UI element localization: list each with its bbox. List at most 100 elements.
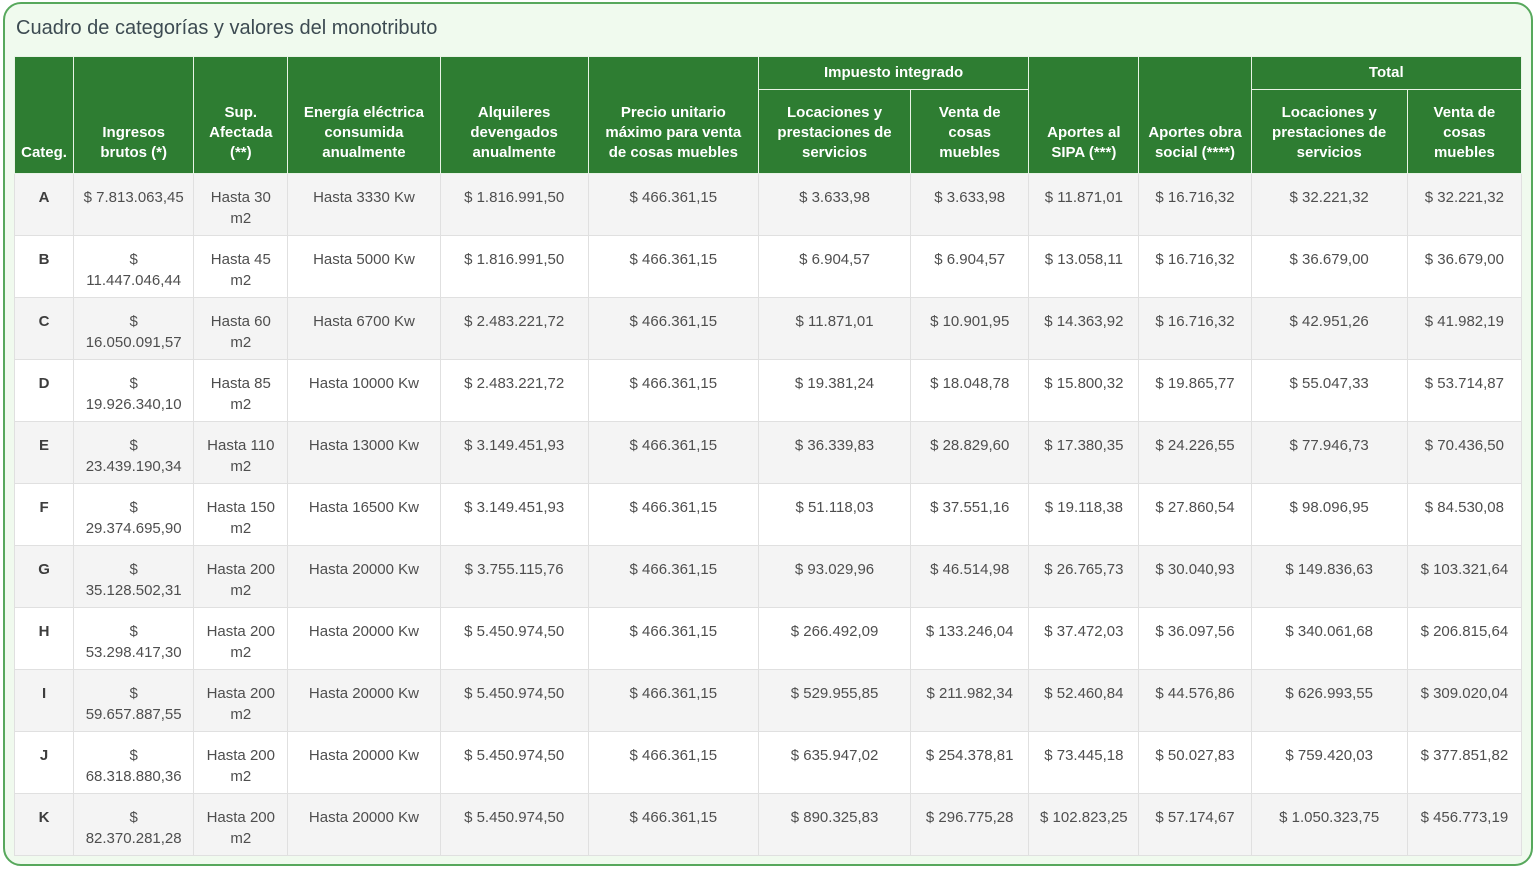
value-cell: $ 13.058,11 [1029,236,1139,298]
value-cell: $ 32.221,32 [1251,174,1407,236]
value-cell: $ 10.901,95 [911,298,1029,360]
value-cell: $ 2.483.221,72 [440,298,588,360]
table-row: K$ 82.370.281,28Hasta 200 m2Hasta 20000 … [15,794,1522,856]
value-cell: $ 466.361,15 [588,422,758,484]
value-cell: $ 3.149.451,93 [440,484,588,546]
value-cell: $ 466.361,15 [588,298,758,360]
value-cell: $ 19.118,38 [1029,484,1139,546]
value-cell: $ 102.823,25 [1029,794,1139,856]
value-cell: $ 84.530,08 [1407,484,1521,546]
value-cell: $ 26.765,73 [1029,546,1139,608]
value-cell: $ 466.361,15 [588,484,758,546]
value-cell: $ 44.576,86 [1139,670,1251,732]
value-cell: Hasta 200 m2 [194,670,288,732]
value-cell: Hasta 20000 Kw [288,794,440,856]
table-row: H$ 53.298.417,30Hasta 200 m2Hasta 20000 … [15,608,1522,670]
value-cell: $ 456.773,19 [1407,794,1521,856]
value-cell: $ 19.865,77 [1139,360,1251,422]
header-sup-afectada: Sup. Afectada (**) [194,57,288,174]
value-cell: $ 266.492,09 [758,608,910,670]
table-body: A$ 7.813.063,45Hasta 30 m2Hasta 3330 Kw$… [15,174,1522,856]
value-cell: $ 7.813.063,45 [74,174,194,236]
value-cell: $ 466.361,15 [588,794,758,856]
value-cell: $ 5.450.974,50 [440,670,588,732]
value-cell: $ 6.904,57 [758,236,910,298]
value-cell: Hasta 30 m2 [194,174,288,236]
value-cell: Hasta 10000 Kw [288,360,440,422]
value-cell: $ 635.947,02 [758,732,910,794]
header-aportes-sipa: Aportes al SIPA (***) [1029,57,1139,174]
value-cell: $ 16.716,32 [1139,236,1251,298]
value-cell: Hasta 85 m2 [194,360,288,422]
table-row: I$ 59.657.887,55Hasta 200 m2Hasta 20000 … [15,670,1522,732]
header-categ: Categ. [15,57,74,174]
value-cell: $ 36.679,00 [1251,236,1407,298]
value-cell: $ 466.361,15 [588,174,758,236]
table-header: Categ. Ingresos brutos (*) Sup. Afectada… [15,57,1522,174]
category-cell: I [15,670,74,732]
value-cell: $ 46.514,98 [911,546,1029,608]
value-cell: Hasta 150 m2 [194,484,288,546]
category-cell: J [15,732,74,794]
category-cell: D [15,360,74,422]
value-cell: $ 68.318.880,36 [74,732,194,794]
table-row: G$ 35.128.502,31Hasta 200 m2Hasta 20000 … [15,546,1522,608]
value-cell: $ 73.445,18 [1029,732,1139,794]
table-row: B$ 11.447.046,44Hasta 45 m2Hasta 5000 Kw… [15,236,1522,298]
value-cell: Hasta 20000 Kw [288,546,440,608]
value-cell: $ 19.926.340,10 [74,360,194,422]
value-cell: $ 35.128.502,31 [74,546,194,608]
value-cell: $ 29.374.695,90 [74,484,194,546]
value-cell: $ 206.815,64 [1407,608,1521,670]
table-row: F$ 29.374.695,90Hasta 150 m2Hasta 16500 … [15,484,1522,546]
value-cell: $ 55.047,33 [1251,360,1407,422]
value-cell: $ 36.679,00 [1407,236,1521,298]
value-cell: $ 149.836,63 [1251,546,1407,608]
value-cell: Hasta 13000 Kw [288,422,440,484]
value-cell: $ 466.361,15 [588,608,758,670]
value-cell: Hasta 16500 Kw [288,484,440,546]
value-cell: $ 77.946,73 [1251,422,1407,484]
group-header-impuesto-integrado: Impuesto integrado [758,57,1028,90]
value-cell: $ 3.755.115,76 [440,546,588,608]
category-cell: K [15,794,74,856]
categories-table: Categ. Ingresos brutos (*) Sup. Afectada… [14,56,1522,856]
value-cell: $ 16.050.091,57 [74,298,194,360]
value-cell: $ 41.982,19 [1407,298,1521,360]
value-cell: $ 5.450.974,50 [440,608,588,670]
value-cell: $ 16.716,32 [1139,298,1251,360]
value-cell: $ 3.633,98 [758,174,910,236]
value-cell: $ 53.298.417,30 [74,608,194,670]
value-cell: $ 42.951,26 [1251,298,1407,360]
value-cell: $ 28.829,60 [911,422,1029,484]
value-cell: Hasta 45 m2 [194,236,288,298]
value-cell: $ 53.714,87 [1407,360,1521,422]
value-cell: $ 254.378,81 [911,732,1029,794]
value-cell: $ 466.361,15 [588,732,758,794]
value-cell: $ 309.020,04 [1407,670,1521,732]
value-cell: $ 98.096,95 [1251,484,1407,546]
category-cell: E [15,422,74,484]
value-cell: $ 5.450.974,50 [440,794,588,856]
value-cell: Hasta 20000 Kw [288,732,440,794]
header-energia-electrica: Energía eléctrica consumida anualmente [288,57,440,174]
value-cell: Hasta 200 m2 [194,546,288,608]
value-cell: Hasta 200 m2 [194,608,288,670]
value-cell: $ 6.904,57 [911,236,1029,298]
value-cell: $ 5.450.974,50 [440,732,588,794]
value-cell: $ 19.381,24 [758,360,910,422]
value-cell: $ 759.420,03 [1251,732,1407,794]
value-cell: $ 17.380,35 [1029,422,1139,484]
category-cell: B [15,236,74,298]
header-impuesto-venta: Venta de cosas muebles [911,90,1029,174]
header-precio-unitario: Precio unitario máximo para venta de cos… [588,57,758,174]
value-cell: $ 466.361,15 [588,546,758,608]
value-cell: $ 466.361,15 [588,670,758,732]
value-cell: $ 23.439.190,34 [74,422,194,484]
value-cell: Hasta 60 m2 [194,298,288,360]
value-cell: Hasta 5000 Kw [288,236,440,298]
value-cell: $ 133.246,04 [911,608,1029,670]
value-cell: $ 103.321,64 [1407,546,1521,608]
value-cell: Hasta 6700 Kw [288,298,440,360]
value-cell: $ 340.061,68 [1251,608,1407,670]
